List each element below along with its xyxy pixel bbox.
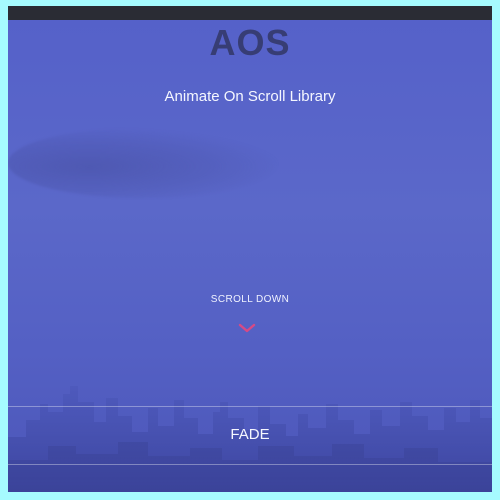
page-viewport[interactable]: AOS Animate On Scroll Library SCROLL DOW… xyxy=(8,20,492,492)
section-fade-label: FADE xyxy=(230,426,270,443)
top-bar xyxy=(8,6,492,20)
chevron-down-icon[interactable] xyxy=(237,320,257,336)
sky-cloud-background xyxy=(8,128,278,198)
page-title: AOS xyxy=(209,22,291,63)
section-divider-bottom xyxy=(8,464,492,465)
scroll-down-label[interactable]: SCROLL DOWN xyxy=(8,294,492,305)
page-subtitle: Animate On Scroll Library xyxy=(164,88,336,105)
city-skyline-background xyxy=(8,386,492,492)
section-divider-top xyxy=(8,406,492,407)
